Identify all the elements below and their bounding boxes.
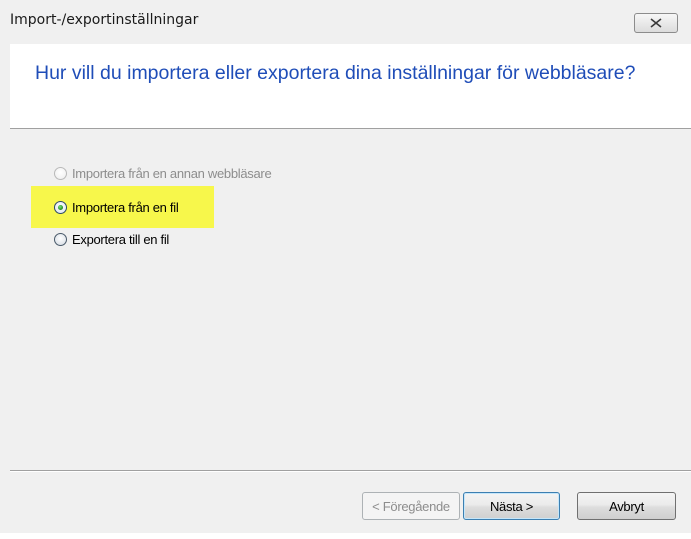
dialog-window: Import-/exportinställningar Hur vill du … (0, 0, 691, 539)
option-export-file[interactable]: Exportera till en fil (54, 230, 169, 248)
radio-button-disabled[interactable] (54, 166, 67, 180)
radio-button-selected[interactable] (54, 200, 67, 214)
header-panel: Hur vill du importera eller exportera di… (10, 44, 691, 129)
option-label: Exportera till en fil (72, 231, 170, 247)
footer-divider (10, 470, 691, 471)
option-label: Importera från en fil (72, 199, 179, 215)
radio-button[interactable] (54, 232, 67, 246)
option-label: Importera från en annan webbläsare (72, 165, 272, 181)
page-heading: Hur vill du importera eller exportera di… (35, 62, 636, 84)
close-x-icon (650, 18, 662, 28)
option-import-file[interactable]: Importera från en fil (54, 198, 179, 216)
option-import-browser[interactable]: Importera från en annan webbläsare (54, 164, 272, 182)
next-button[interactable]: Nästa > (463, 492, 560, 520)
bottom-edge (0, 533, 691, 539)
back-button[interactable]: < Föregående (362, 492, 460, 520)
cancel-button[interactable]: Avbryt (577, 492, 676, 520)
window-title: Import-/exportinställningar (10, 12, 199, 28)
title-bar: Import-/exportinställningar (0, 0, 691, 44)
close-button[interactable] (634, 13, 678, 33)
